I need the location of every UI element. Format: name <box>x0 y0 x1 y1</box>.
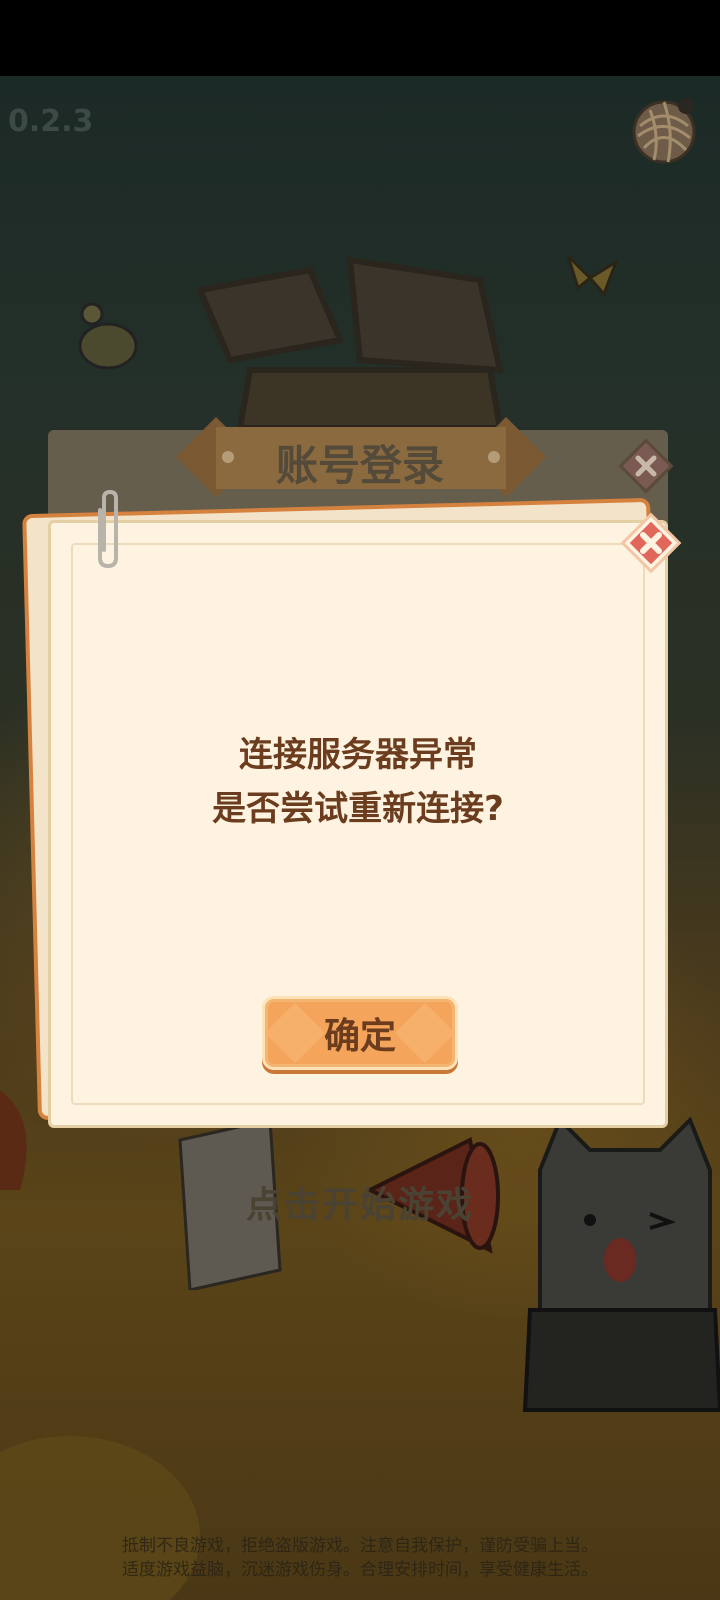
dialog-message-line: 是否尝试重新连接? <box>212 789 504 829</box>
confirm-button[interactable]: 确定 <box>262 996 458 1070</box>
butterfly-icon <box>566 254 619 297</box>
dialog-message: 连接服务器异常 是否尝试重新连接? <box>48 728 668 836</box>
health-notice-line: 适度游戏益脑，沉迷游戏伤身。合理安排时间，享受健康生活。 <box>122 1560 598 1580</box>
health-notice: 抵制不良游戏，拒绝盗版游戏。注意自我保护，谨防受骗上当。 适度游戏益脑，沉迷游戏… <box>40 1534 680 1582</box>
game-logo-icon <box>195 256 504 430</box>
close-button[interactable] <box>620 512 682 574</box>
status-bar <box>0 0 720 76</box>
version-label: 0.2.3 <box>8 104 94 139</box>
close-icon <box>618 438 674 494</box>
dialog-message-line: 连接服务器异常 <box>239 735 477 775</box>
confirm-button-label: 确定 <box>323 1016 396 1057</box>
health-notice-line: 抵制不良游戏，拒绝盗版游戏。注意自我保护，谨防受骗上当。 <box>122 1536 598 1556</box>
turtle-icon <box>78 302 138 370</box>
yarn-ball-icon[interactable] <box>630 96 698 164</box>
cat-character <box>522 1116 720 1412</box>
close-icon <box>620 512 682 574</box>
paperclip-icon <box>98 490 118 569</box>
login-panel-title: 账号登录 <box>275 441 444 490</box>
start-game-prompt[interactable]: 点击开始游戏 <box>200 1176 520 1228</box>
